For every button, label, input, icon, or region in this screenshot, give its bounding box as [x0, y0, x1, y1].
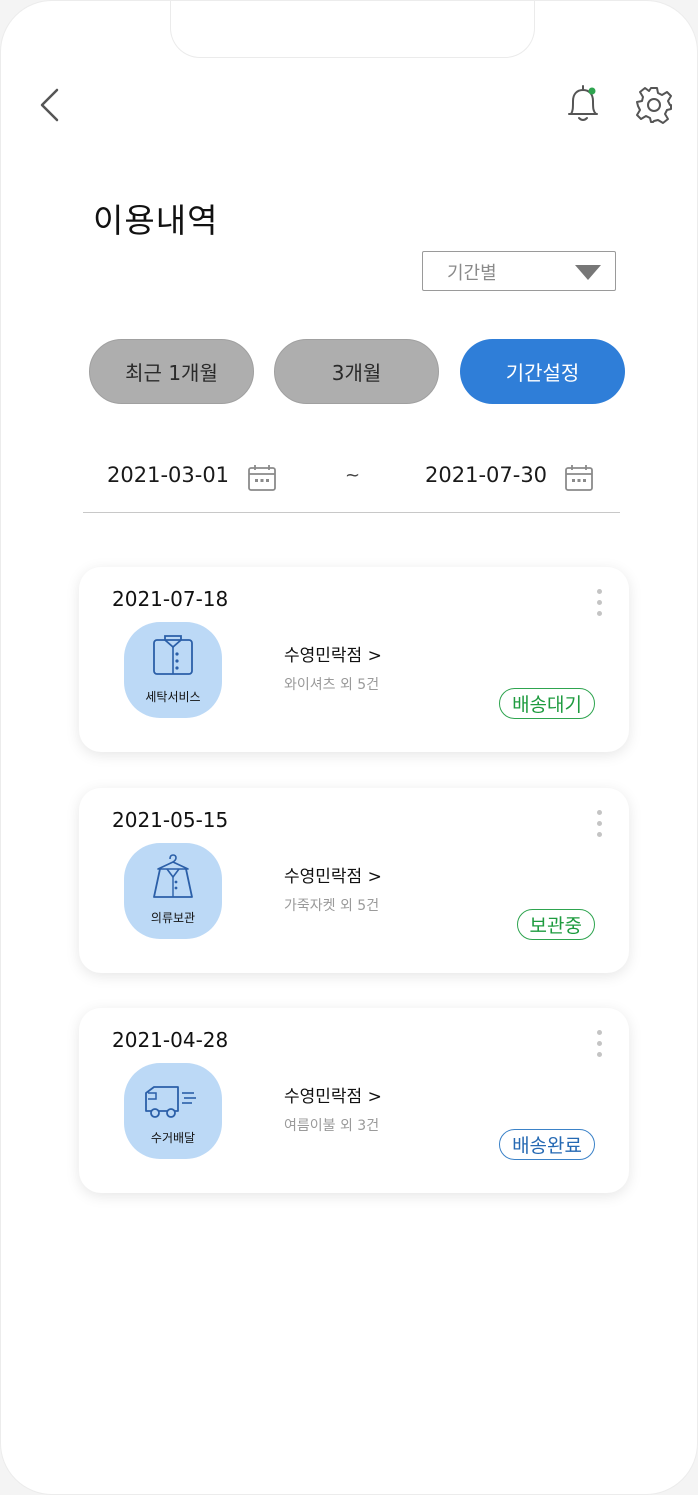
divider [83, 512, 620, 513]
service-badge: 수거배달 [124, 1063, 222, 1159]
hanger-jacket-icon [153, 854, 193, 898]
calendar-icon[interactable] [247, 463, 277, 493]
date-range-separator: ~ [345, 465, 361, 486]
phone-frame: 이용내역 기간별 최근 1개월 3개월 기간설정 2021-03-01 ~ 20… [0, 0, 698, 1495]
service-label: 의류보관 [150, 911, 196, 925]
history-card[interactable]: 2021-05-15 의류보관 수영민락점 > 가죽자켓 외 5건 보관중 [79, 788, 629, 973]
calendar-icon[interactable] [564, 463, 594, 493]
order-date: 2021-05-15 [112, 808, 229, 832]
service-label: 세탁서비스 [145, 690, 201, 704]
history-card[interactable]: 2021-07-18 세탁서비스 수영민락점 > 와이셔츠 외 5건 배송대기 [79, 567, 629, 752]
notification-dot [588, 87, 596, 95]
delivery-truck-icon [145, 1086, 196, 1118]
bell-icon [568, 85, 598, 121]
dropdown-arrow-icon [575, 265, 601, 280]
more-options-icon[interactable] [595, 1030, 603, 1060]
more-options-icon[interactable] [595, 810, 603, 840]
shirt-icon [153, 635, 193, 675]
period-select[interactable]: 기간별 [422, 251, 616, 291]
device-notch [170, 1, 535, 58]
order-date: 2021-04-28 [112, 1028, 229, 1052]
tab-3-months[interactable]: 3개월 [274, 339, 439, 404]
settings-button[interactable] [633, 84, 675, 126]
history-card[interactable]: 2021-04-28 수거배달 수영민락점 > 여름이불 외 3건 배송완료 [79, 1008, 629, 1193]
item-summary: 가죽자켓 외 5건 [284, 898, 380, 914]
store-link[interactable]: 수영민락점 > [284, 862, 382, 887]
store-link[interactable]: 수영민락점 > [284, 641, 382, 666]
more-options-icon[interactable] [595, 589, 603, 619]
status-badge: 보관중 [516, 909, 595, 940]
status-badge: 배송완료 [499, 1129, 595, 1160]
item-summary: 여름이불 외 3건 [284, 1118, 380, 1134]
store-link[interactable]: 수영민락점 > [284, 1082, 382, 1107]
tab-recent-1-month[interactable]: 최근 1개월 [89, 339, 254, 404]
back-button[interactable] [29, 85, 69, 125]
period-select-value: 기간별 [447, 263, 497, 284]
status-badge: 배송대기 [499, 688, 595, 719]
service-badge: 세탁서비스 [124, 622, 222, 718]
notification-button[interactable] [563, 83, 603, 127]
service-badge: 의류보관 [124, 843, 222, 939]
chevron-left-icon [40, 88, 59, 122]
item-summary: 와이셔츠 외 5건 [284, 677, 380, 693]
gear-icon [636, 87, 672, 124]
end-date[interactable]: 2021-07-30 [425, 463, 547, 487]
service-label: 수거배달 [150, 1131, 196, 1145]
order-date: 2021-07-18 [112, 587, 229, 611]
tab-custom-period[interactable]: 기간설정 [460, 339, 625, 404]
start-date[interactable]: 2021-03-01 [107, 463, 229, 487]
page-title: 이용내역 [93, 201, 219, 240]
